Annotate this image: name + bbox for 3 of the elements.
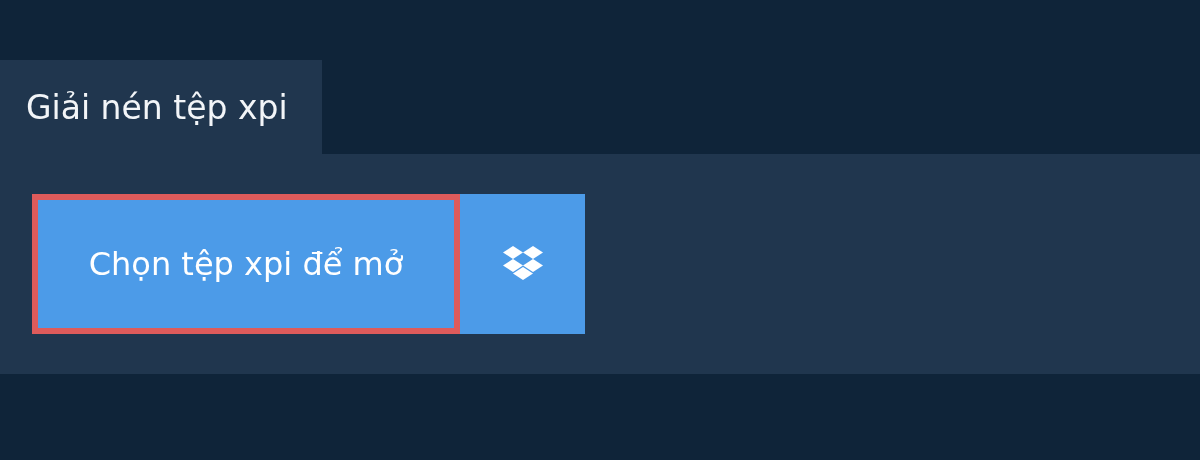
dropbox-icon xyxy=(501,246,544,282)
dropbox-button[interactable] xyxy=(460,194,585,334)
tab[interactable]: Giải nén tệp xpi xyxy=(0,60,322,154)
